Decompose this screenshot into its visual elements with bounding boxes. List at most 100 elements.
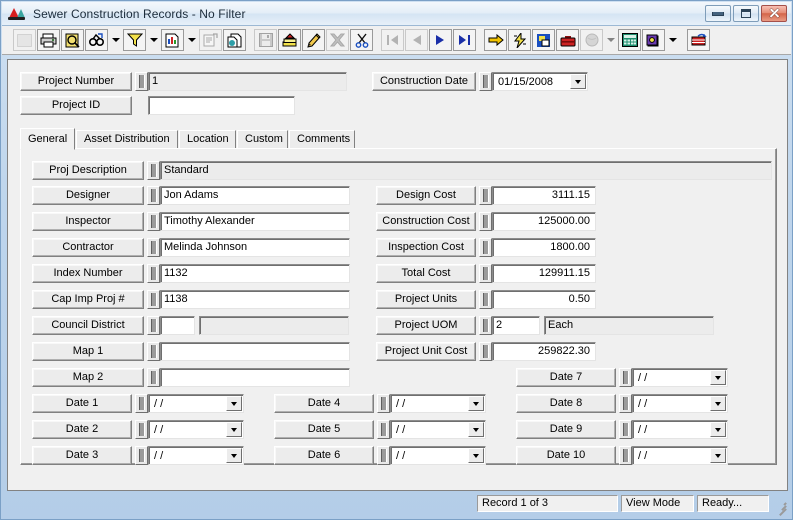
- cut-icon[interactable]: [350, 29, 373, 51]
- project-number-label[interactable]: Project Number: [20, 72, 132, 91]
- project-number-input[interactable]: 1: [148, 72, 347, 91]
- inspection-cost-label[interactable]: Inspection Cost: [376, 238, 476, 257]
- filter-icon[interactable]: [123, 29, 146, 51]
- minimize-button[interactable]: [705, 5, 731, 22]
- date7-pin[interactable]: [619, 368, 632, 387]
- tab-general[interactable]: General: [20, 128, 75, 150]
- inspector-label[interactable]: Inspector: [32, 212, 144, 231]
- designer-pin[interactable]: [147, 186, 160, 205]
- maximize-button[interactable]: [733, 5, 759, 22]
- project-unit-cost-pin[interactable]: [479, 342, 492, 361]
- construction-date-label[interactable]: Construction Date: [372, 72, 476, 91]
- edit-icon[interactable]: [302, 29, 325, 51]
- date4-label[interactable]: Date 4: [274, 394, 374, 413]
- contractor-label[interactable]: Contractor: [32, 238, 144, 257]
- map2-pin[interactable]: [147, 368, 160, 387]
- cap-imp-proj-label[interactable]: Cap Imp Proj #: [32, 290, 144, 309]
- previous-record-icon[interactable]: [405, 29, 428, 51]
- map1-pin[interactable]: [147, 342, 160, 361]
- council-district-pin[interactable]: [147, 316, 160, 335]
- close-button[interactable]: [761, 5, 787, 22]
- date9-combo[interactable]: / /: [632, 420, 728, 439]
- date4-dropdown-icon[interactable]: [468, 396, 484, 411]
- date5-label[interactable]: Date 5: [274, 420, 374, 439]
- date8-dropdown-icon[interactable]: [710, 396, 726, 411]
- date8-label[interactable]: Date 8: [516, 394, 616, 413]
- date7-combo[interactable]: / /: [632, 368, 728, 387]
- tab-asset-distribution[interactable]: Asset Distribution: [76, 130, 178, 149]
- calculator-icon[interactable]: [618, 29, 641, 51]
- date1-label[interactable]: Date 1: [32, 394, 132, 413]
- date7-label[interactable]: Date 7: [516, 368, 616, 387]
- project-id-label[interactable]: Project ID: [20, 96, 132, 115]
- export-icon[interactable]: [687, 29, 710, 51]
- design-cost-pin[interactable]: [479, 186, 492, 205]
- toolbox-icon[interactable]: [556, 29, 579, 51]
- date6-combo[interactable]: / /: [390, 446, 486, 465]
- date2-pin[interactable]: [135, 420, 148, 439]
- date9-label[interactable]: Date 9: [516, 420, 616, 439]
- delete-icon[interactable]: [326, 29, 349, 51]
- inspector-input[interactable]: Timothy Alexander: [160, 212, 350, 231]
- date6-label[interactable]: Date 6: [274, 446, 374, 465]
- save-icon[interactable]: [254, 29, 277, 51]
- date7-dropdown-icon[interactable]: [710, 370, 726, 385]
- council-district-code-input[interactable]: [160, 316, 195, 335]
- date8-pin[interactable]: [619, 394, 632, 413]
- inspection-cost-pin[interactable]: [479, 238, 492, 257]
- date4-combo[interactable]: / /: [390, 394, 486, 413]
- properties-icon[interactable]: [199, 29, 222, 51]
- filter-dropdown-icon[interactable]: [147, 29, 160, 51]
- date5-combo[interactable]: / /: [390, 420, 486, 439]
- project-uom-pin[interactable]: [479, 316, 492, 335]
- construction-date-pin[interactable]: [479, 72, 492, 91]
- total-cost-label[interactable]: Total Cost: [376, 264, 476, 283]
- design-cost-label[interactable]: Design Cost: [376, 186, 476, 205]
- date4-pin[interactable]: [377, 394, 390, 413]
- date8-combo[interactable]: / /: [632, 394, 728, 413]
- first-record-icon[interactable]: [381, 29, 404, 51]
- date6-pin[interactable]: [377, 446, 390, 465]
- layout-icon[interactable]: [532, 29, 555, 51]
- inspector-pin[interactable]: [147, 212, 160, 231]
- date10-combo[interactable]: / /: [632, 446, 728, 465]
- duplicate-record-icon[interactable]: [223, 29, 246, 51]
- date1-pin[interactable]: [135, 394, 148, 413]
- project-units-pin[interactable]: [479, 290, 492, 309]
- designer-label[interactable]: Designer: [32, 186, 144, 205]
- map1-label[interactable]: Map 1: [32, 342, 144, 361]
- date3-pin[interactable]: [135, 446, 148, 465]
- report-icon[interactable]: [161, 29, 184, 51]
- project-unit-cost-input[interactable]: 259822.30: [492, 342, 596, 361]
- quick-action-icon[interactable]: [508, 29, 531, 51]
- map1-input[interactable]: [160, 342, 350, 361]
- index-number-input[interactable]: 1132: [160, 264, 350, 283]
- date1-dropdown-icon[interactable]: [226, 396, 242, 411]
- attachment-icon[interactable]: [580, 29, 603, 51]
- total-cost-input[interactable]: 129911.15: [492, 264, 596, 283]
- proj-description-label[interactable]: Proj Description: [32, 161, 144, 180]
- tab-custom[interactable]: Custom: [237, 130, 288, 149]
- map2-label[interactable]: Map 2: [32, 368, 144, 387]
- contractor-input[interactable]: Melinda Johnson: [160, 238, 350, 257]
- construction-cost-input[interactable]: 125000.00: [492, 212, 596, 231]
- date3-combo[interactable]: / /: [148, 446, 244, 465]
- tab-comments[interactable]: Comments: [289, 130, 355, 149]
- contractor-pin[interactable]: [147, 238, 160, 257]
- project-number-pin[interactable]: [135, 72, 148, 91]
- find-icon[interactable]: [85, 29, 108, 51]
- resize-grip-icon[interactable]: [772, 497, 787, 516]
- index-number-label[interactable]: Index Number: [32, 264, 144, 283]
- construction-cost-label[interactable]: Construction Cost: [376, 212, 476, 231]
- select-tool-icon[interactable]: [13, 29, 36, 51]
- project-uom-label[interactable]: Project UOM: [376, 316, 476, 335]
- date3-label[interactable]: Date 3: [32, 446, 132, 465]
- next-record-icon[interactable]: [429, 29, 452, 51]
- print-icon[interactable]: [37, 29, 60, 51]
- inspection-cost-input[interactable]: 1800.00: [492, 238, 596, 257]
- cap-imp-proj-pin[interactable]: [147, 290, 160, 309]
- date9-dropdown-icon[interactable]: [710, 422, 726, 437]
- date5-dropdown-icon[interactable]: [468, 422, 484, 437]
- council-district-label[interactable]: Council District: [32, 316, 144, 335]
- project-units-label[interactable]: Project Units: [376, 290, 476, 309]
